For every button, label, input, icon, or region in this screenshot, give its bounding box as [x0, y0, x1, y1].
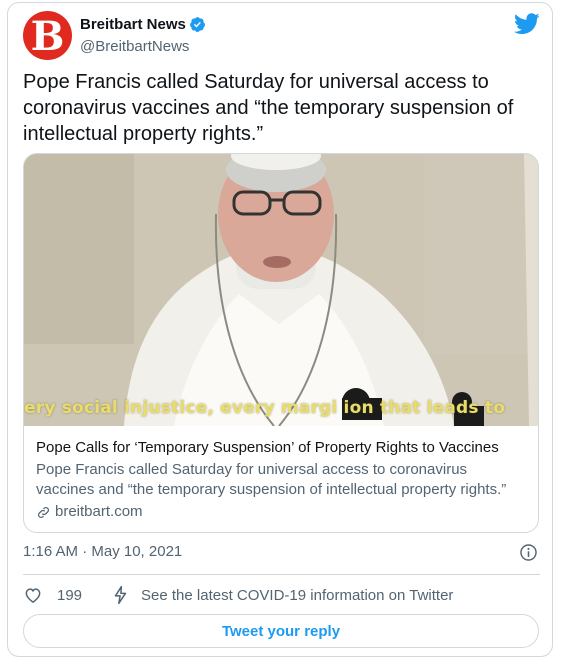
avatar-logo: B [30, 13, 65, 60]
tweet-text: Pope Francis called Saturday for univers… [23, 71, 514, 145]
lightning-icon [114, 585, 127, 605]
author-name-row[interactable]: Breitbart News [80, 16, 206, 33]
tweet-actions: 199 See the latest COVID-19 information … [23, 583, 540, 607]
info-icon[interactable] [519, 543, 538, 562]
link-preview-info[interactable]: Pope Calls for ‘Temporary Suspension’ of… [24, 426, 538, 522]
tweet-timestamp[interactable]: 1:16 AM · May 10, 2021 [23, 543, 182, 560]
link-title[interactable]: Pope Calls for ‘Temporary Suspension’ of… [36, 438, 526, 458]
pope-photo-illustration [24, 154, 538, 426]
image-subtitle: ery social injustice, every margi ion th… [24, 398, 506, 418]
link-preview-card[interactable]: ery social injustice, every margi ion th… [23, 153, 539, 533]
link-description: Pope Francis called Saturday for univers… [36, 461, 507, 498]
tweet-card: B Breitbart News @BreitbartNews Pope Fra… [7, 2, 553, 657]
twitter-bird-icon[interactable] [514, 13, 540, 35]
author-name[interactable]: Breitbart News [80, 16, 186, 33]
avatar[interactable]: B [23, 11, 72, 60]
author-handle[interactable]: @BreitbartNews [80, 38, 189, 55]
covid-info-text[interactable]: See the latest COVID-19 information on T… [141, 587, 453, 604]
like-count: 199 [57, 586, 83, 604]
link-preview-image[interactable]: ery social injustice, every margi ion th… [24, 154, 538, 426]
tweet-header: B Breitbart News @BreitbartNews [23, 11, 540, 61]
timestamp-row: 1:16 AM · May 10, 2021 [23, 543, 540, 563]
tweet-reply-button[interactable]: Tweet your reply [23, 614, 539, 648]
covid-info-link[interactable]: See the latest COVID-19 information on T… [112, 585, 453, 605]
heart-icon [25, 588, 41, 603]
link-domain-row[interactable]: breitbart.com [36, 502, 526, 522]
like-button[interactable]: 199 [23, 585, 82, 605]
link-icon [38, 506, 49, 518]
verified-badge-icon [189, 17, 205, 32]
link-domain[interactable]: breitbart.com [55, 502, 143, 522]
divider [23, 574, 540, 575]
